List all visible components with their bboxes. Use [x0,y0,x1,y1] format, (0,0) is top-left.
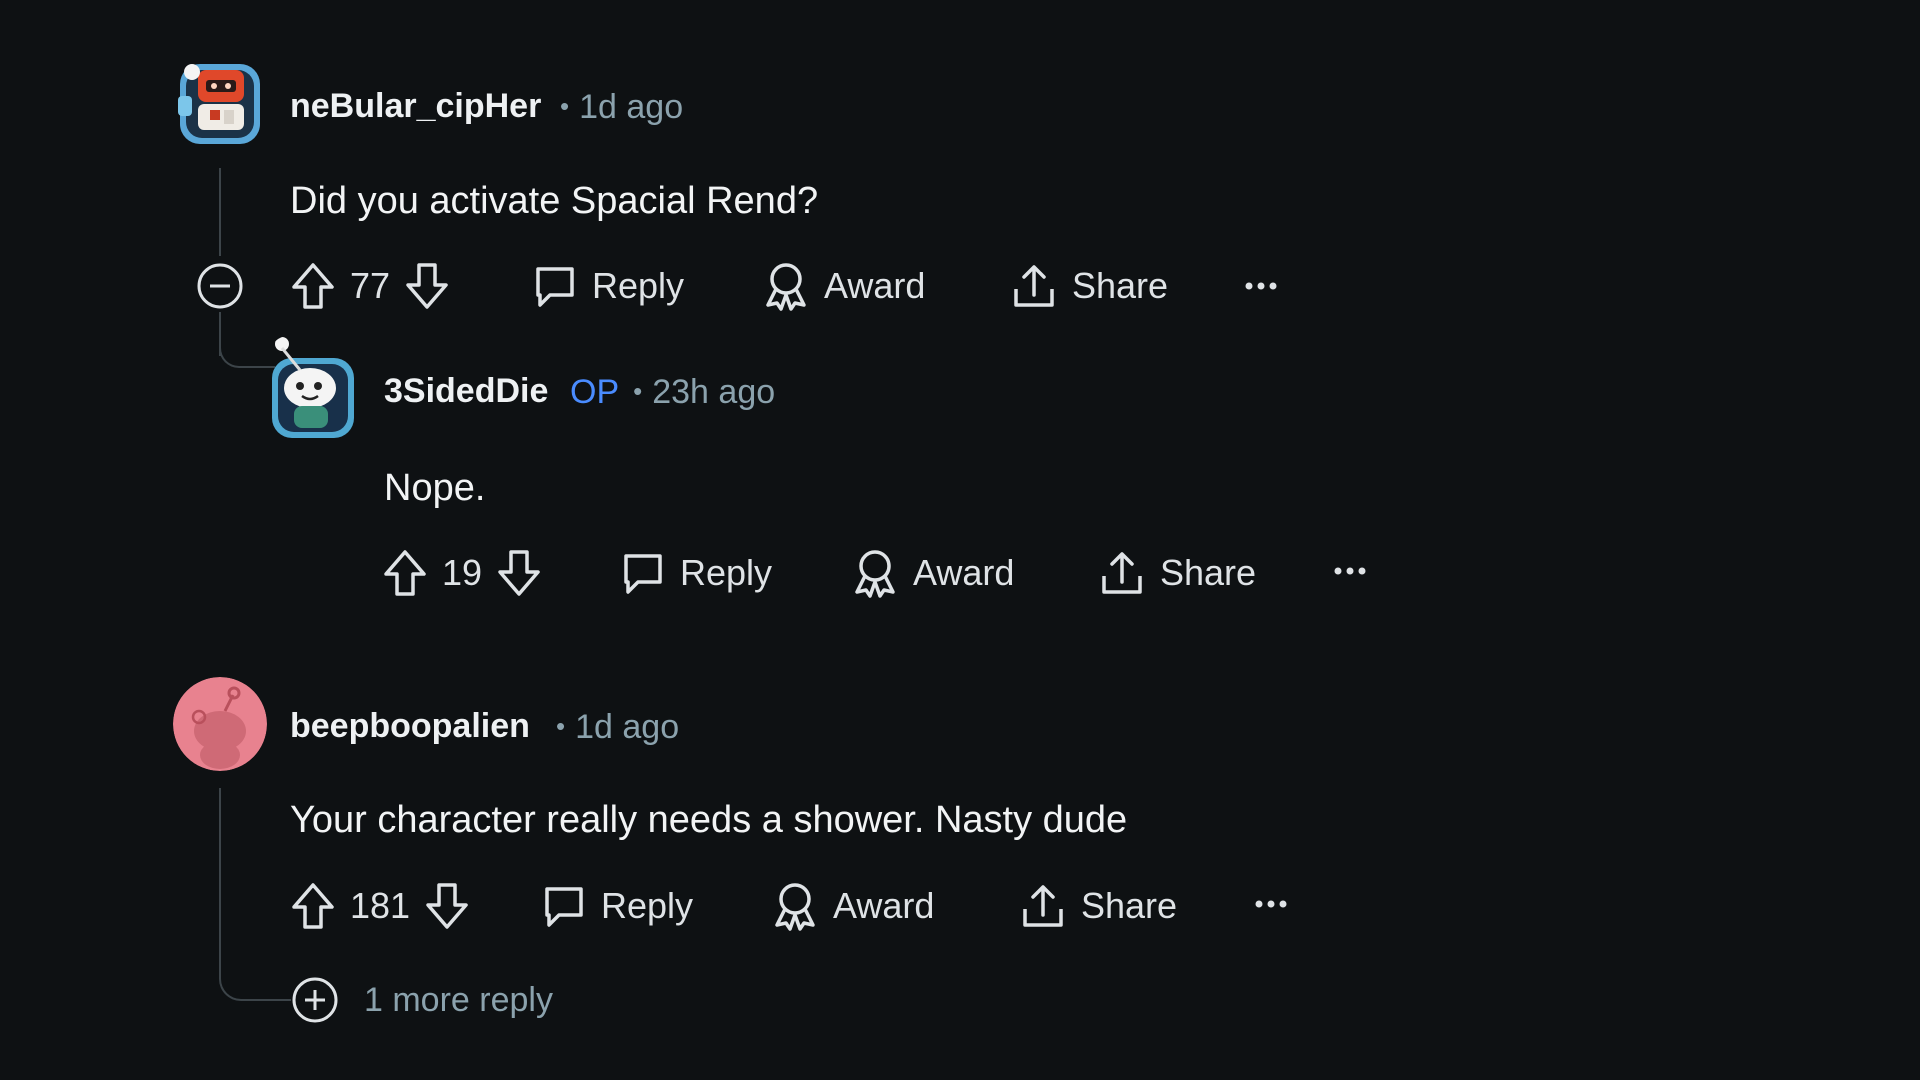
thread-line [219,168,221,256]
share-label: Share [1160,552,1257,593]
timestamp[interactable]: 1d ago [575,708,679,746]
collapse-icon [197,263,243,309]
robot-avatar-icon [178,64,260,144]
share-button[interactable]: Share [1019,881,1177,931]
comment-body: Nope. [384,467,486,509]
op-badge: OP [570,373,620,411]
timestamp[interactable]: 23h ago [652,373,775,411]
username[interactable]: 3SidedDie [384,371,548,411]
expand-replies-button[interactable] [291,976,339,1024]
upvote-icon[interactable] [290,881,336,931]
thread-connector [219,330,275,368]
comment-meta: • 1d ago [538,86,683,127]
comment-meta: • 1d ago [534,706,679,747]
reply-button[interactable]: Reply [541,881,693,931]
award-icon [775,883,815,931]
reply-button[interactable]: Reply [620,548,772,598]
share-button[interactable]: Share [1010,261,1168,311]
avatar[interactable] [173,677,267,771]
share-icon [1102,552,1142,594]
score: 19 [442,552,483,593]
more-icon [1334,567,1366,575]
reply-label: Reply [592,265,685,306]
separator-dot: • [633,376,643,406]
vote-bar: 77 [290,261,450,311]
comment-icon [545,887,583,927]
award-label: Award [824,265,926,306]
more-icon [1255,900,1287,908]
alien-avatar-icon [173,677,267,771]
award-button[interactable]: Award [851,548,1014,598]
upvote-icon[interactable] [290,261,336,311]
downvote-icon[interactable] [496,548,542,598]
award-button[interactable]: Award [762,261,925,311]
vote-bar: 19 [382,548,542,598]
share-button[interactable]: Share [1098,548,1256,598]
award-label: Award [913,552,1015,593]
award-label: Award [833,885,935,926]
collapse-button[interactable] [196,262,244,310]
downvote-icon[interactable] [424,881,470,931]
upvote-icon[interactable] [382,548,428,598]
more-icon [1245,282,1277,290]
more-replies-link[interactable]: 1 more reply [364,980,553,1020]
share-icon [1014,265,1054,307]
comment-body: Did you activate Spacial Rend? [290,180,819,222]
separator-dot: • [556,711,566,741]
comment-icon [624,554,662,594]
timestamp[interactable]: 1d ago [579,88,683,126]
share-label: Share [1072,265,1169,306]
score: 77 [350,265,391,306]
avatar[interactable] [270,336,356,438]
award-icon [766,263,806,311]
separator-dot: • [560,91,570,121]
username[interactable]: neBular_cipHer [290,86,541,126]
downvote-icon[interactable] [404,261,450,311]
comment-meta: OP • 23h ago [548,371,775,412]
reply-button[interactable]: Reply [532,261,684,311]
more-options-button[interactable] [1244,261,1278,311]
snoo-avatar-icon [272,337,354,438]
avatar[interactable] [176,56,264,148]
award-button[interactable]: Award [771,881,934,931]
comment-body: Your character really needs a shower. Na… [290,799,1128,841]
reply-label: Reply [680,552,773,593]
share-icon [1023,885,1063,927]
share-label: Share [1081,885,1178,926]
vote-bar: 181 [290,881,470,931]
comment-icon [536,267,574,307]
more-options-button[interactable] [1333,546,1367,596]
username[interactable]: beepboopalien [290,706,530,746]
thread-connector [219,788,291,1001]
expand-icon [292,977,338,1023]
reply-label: Reply [601,885,694,926]
award-icon [855,550,895,598]
score: 181 [350,885,411,926]
more-options-button[interactable] [1254,879,1288,929]
